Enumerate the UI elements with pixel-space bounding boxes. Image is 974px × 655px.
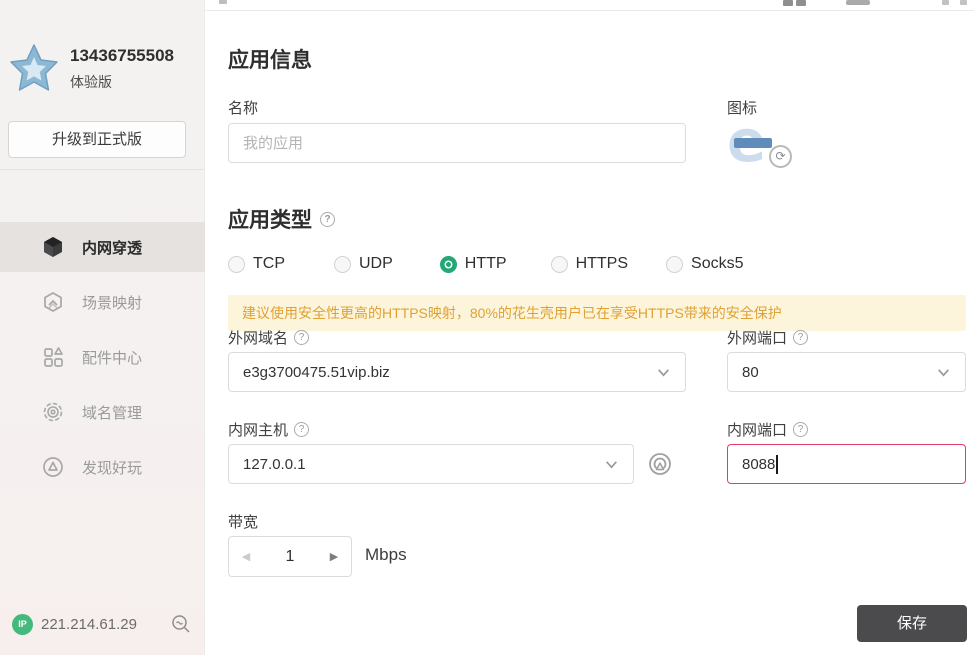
public-ip-address: 221.214.61.29 xyxy=(41,616,137,633)
radio-https[interactable]: HTTPS xyxy=(550,255,628,273)
scan-lan-icon[interactable] xyxy=(646,450,674,478)
sidebar-footer: IP 221.214.61.29 xyxy=(0,605,205,655)
external-port-select[interactable]: 80 xyxy=(727,352,966,392)
sidebar-item-discover[interactable]: 发现好玩 xyxy=(0,442,205,492)
name-label: 名称 xyxy=(228,100,259,117)
sidebar-item-label: 发现好玩 xyxy=(82,459,143,477)
account-panel: 13436755508 体验版 升级到正式版 xyxy=(0,0,205,170)
bandwidth-label: 带宽 xyxy=(228,514,259,531)
scene-mapping-icon xyxy=(40,289,66,315)
cube-icon xyxy=(40,234,66,260)
account-plan-badge: 体验版 xyxy=(70,74,112,90)
section-title-app-info: 应用信息 xyxy=(228,49,312,72)
help-icon[interactable]: ? xyxy=(294,330,310,345)
ip-badge-icon: IP xyxy=(12,614,33,635)
chevron-down-icon xyxy=(936,365,951,380)
radio-http[interactable]: HTTP xyxy=(439,255,507,273)
sidebar-item-label: 场景映射 xyxy=(82,294,143,312)
discover-compass-icon xyxy=(40,454,66,480)
chevron-down-icon xyxy=(656,365,671,380)
app-e-logo-bar xyxy=(734,138,772,148)
radio-socks5[interactable]: Socks5 xyxy=(666,255,743,273)
sidebar-item-domain-management[interactable]: 域名管理 xyxy=(0,387,205,437)
bandwidth-stepper: ◀ 1 ▶ xyxy=(228,536,352,577)
app-type-radio-group: TCP UDP HTTP HTTPS Socks5 xyxy=(228,255,743,273)
help-icon[interactable]: ? xyxy=(320,211,335,227)
refresh-icon[interactable]: ⟳ xyxy=(769,145,792,168)
sidebar-item-nat-tunnel[interactable]: 内网穿透 xyxy=(0,222,205,272)
radio-circle-selected-icon xyxy=(439,255,457,273)
sidebar-item-addons-center[interactable]: 配件中心 xyxy=(0,332,205,382)
help-icon[interactable]: ? xyxy=(294,422,310,437)
radio-circle-icon xyxy=(334,255,351,273)
internal-port-label: 内网端口 ? xyxy=(727,419,809,440)
internal-host-label: 内网主机 ? xyxy=(228,419,310,440)
radio-udp[interactable]: UDP xyxy=(334,255,393,273)
save-button[interactable]: 保存 xyxy=(857,605,967,642)
internal-host-select[interactable]: 127.0.0.1 xyxy=(228,444,634,484)
top-toolbar-cutoff xyxy=(205,0,974,11)
addons-grid-icon xyxy=(40,344,66,370)
network-diagnose-icon[interactable] xyxy=(170,613,192,635)
upgrade-button[interactable]: 升级到正式版 xyxy=(8,121,186,158)
bandwidth-value: 1 xyxy=(285,547,295,565)
app-window: 13436755508 体验版 升级到正式版 内网穿透 场景映射 配件中心 域名… xyxy=(0,0,974,655)
https-suggestion-banner: 建议使用安全性更高的HTTPS映射，80%的花生壳用户已在享受HTTPS带来的安… xyxy=(228,295,966,331)
radio-circle-icon xyxy=(550,255,568,273)
app-name-input[interactable] xyxy=(228,123,686,163)
sidebar-item-label: 域名管理 xyxy=(82,404,143,422)
radio-circle-icon xyxy=(228,255,245,273)
text-cursor xyxy=(776,454,778,474)
internal-port-input[interactable]: 8088 xyxy=(727,444,966,484)
stepper-increase-icon[interactable]: ▶ xyxy=(317,550,351,563)
sidebar: 13436755508 体验版 升级到正式版 内网穿透 场景映射 配件中心 域名… xyxy=(0,0,205,655)
radio-circle-icon xyxy=(666,255,684,273)
sidebar-item-label: 内网穿透 xyxy=(82,239,143,257)
section-title-app-type: 应用类型 ? xyxy=(228,204,335,234)
sidebar-menu: 内网穿透 场景映射 配件中心 域名管理 发现好玩 xyxy=(0,222,205,497)
toolbar-icon-sliver xyxy=(796,0,806,6)
toolbar-icon-sliver xyxy=(219,0,227,4)
bandwidth-unit: Mbps xyxy=(365,545,407,564)
stepper-decrease-icon[interactable]: ◀ xyxy=(229,550,263,563)
account-phone: 13436755508 xyxy=(70,46,175,65)
external-domain-select[interactable]: e3g3700475.51vip.biz xyxy=(228,352,686,392)
external-port-label: 外网端口 ? xyxy=(727,327,809,348)
radio-tcp[interactable]: TCP xyxy=(228,255,285,273)
app-icon-preview: e ⟳ xyxy=(727,112,793,170)
domain-gear-icon xyxy=(40,399,66,425)
toolbar-icon-sliver xyxy=(960,0,967,5)
toolbar-icon-sliver xyxy=(846,0,870,5)
toolbar-icon-sliver xyxy=(942,0,949,5)
sidebar-item-scene-mapping[interactable]: 场景映射 xyxy=(0,277,205,327)
star-avatar-icon xyxy=(8,42,60,94)
sidebar-item-label: 配件中心 xyxy=(82,349,143,367)
help-icon[interactable]: ? xyxy=(793,422,809,437)
external-domain-label: 外网域名 ? xyxy=(228,327,310,348)
toolbar-icon-sliver xyxy=(783,0,793,6)
main-content: 应用信息 名称 图标 e ⟳ 应用类型 ? TCP UDP xyxy=(206,12,974,655)
help-icon[interactable]: ? xyxy=(793,330,809,345)
chevron-down-icon xyxy=(604,457,619,472)
